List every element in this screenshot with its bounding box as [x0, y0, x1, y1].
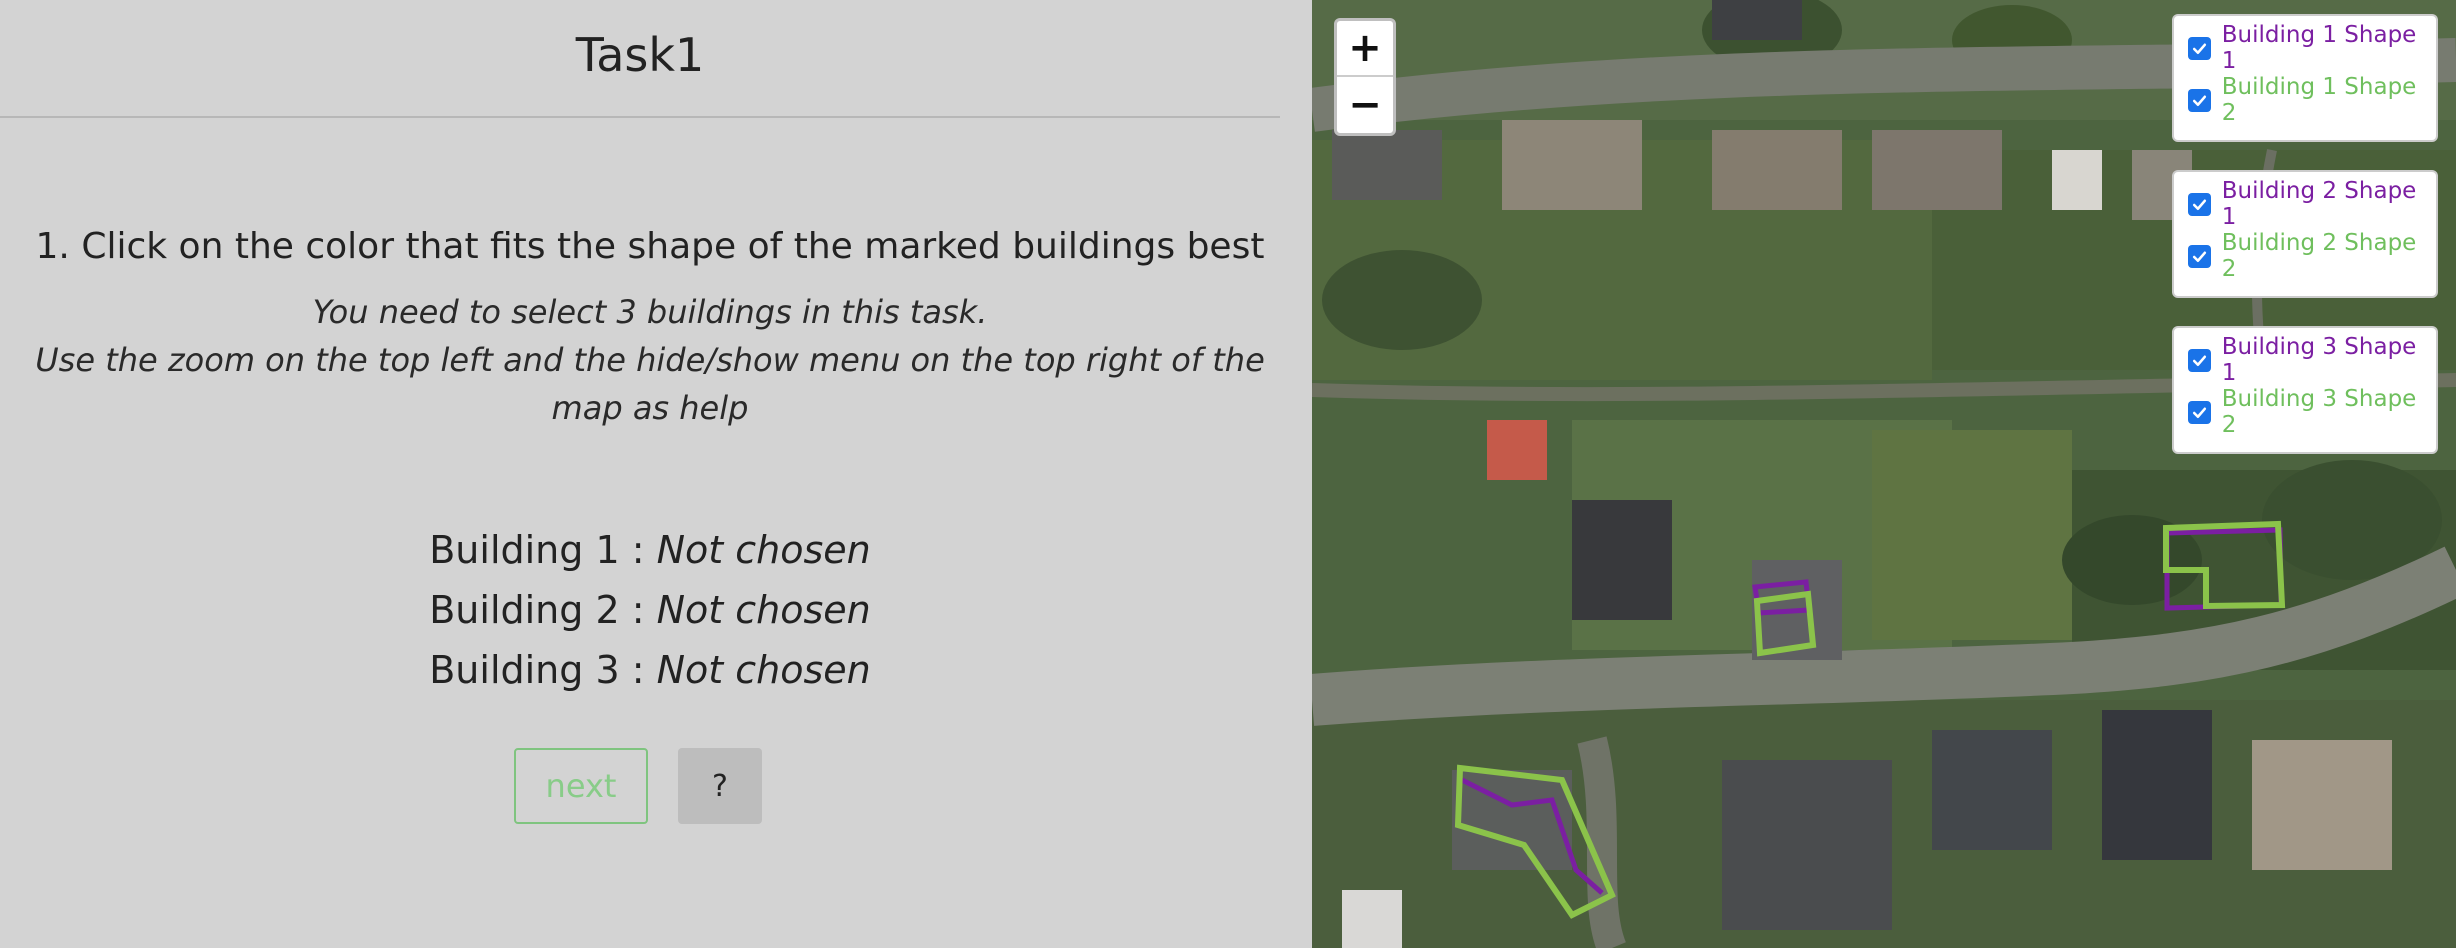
- map-view[interactable]: + − Building 1 Shape 1 Building 1 Shape …: [1312, 0, 2456, 948]
- building-3-value: Not chosen: [656, 648, 871, 692]
- layer-label: Building 2 Shape 1: [2221, 178, 2417, 230]
- layer-label: Building 1 Shape 1: [2221, 22, 2417, 74]
- zoom-control: + −: [1334, 18, 1396, 136]
- next-button[interactable]: next: [514, 748, 648, 824]
- checkmark-icon[interactable]: [2188, 192, 2211, 216]
- layer-toggle-building-3-shape-2[interactable]: Building 3 Shape 2: [2188, 386, 2436, 438]
- building-2-value: Not chosen: [656, 588, 871, 632]
- checkmark-icon[interactable]: [2188, 348, 2211, 372]
- layer-label: Building 3 Shape 2: [2221, 386, 2417, 438]
- layer-label: Building 1 Shape 2: [2221, 74, 2417, 126]
- building-1-value: Not chosen: [656, 528, 871, 572]
- minus-icon: −: [1348, 82, 1382, 128]
- title-divider: [0, 116, 1280, 118]
- layer-label: Building 2 Shape 2: [2221, 230, 2417, 282]
- layer-group-building-2: Building 2 Shape 1 Building 2 Shape 2: [2172, 170, 2438, 298]
- zoom-out-button[interactable]: −: [1337, 77, 1393, 133]
- satellite-map[interactable]: [1312, 0, 2456, 948]
- layer-toggle-building-3-shape-1[interactable]: Building 3 Shape 1: [2188, 334, 2436, 386]
- checkmark-icon[interactable]: [2188, 88, 2211, 112]
- instruction-help-note: Use the zoom on the top left and the hid…: [35, 341, 1265, 427]
- building-1-status: Building 1 : Not chosen: [0, 528, 1300, 572]
- help-button[interactable]: ?: [678, 748, 762, 824]
- building-2-status: Building 2 : Not chosen: [0, 588, 1300, 632]
- building-3-label: Building 3 :: [429, 648, 645, 692]
- zoom-in-button[interactable]: +: [1337, 21, 1393, 77]
- layer-toggle-building-2-shape-2[interactable]: Building 2 Shape 2: [2188, 230, 2436, 282]
- instruction-note: You need to select 3 buildings in this t…: [312, 293, 988, 331]
- layer-toggle-building-1-shape-1[interactable]: Building 1 Shape 1: [2188, 22, 2436, 74]
- instruction-heading: 1. Click on the color that fits the shap…: [35, 226, 1265, 267]
- building-2-label: Building 2 :: [429, 588, 645, 632]
- task-title: Task1: [575, 28, 705, 82]
- task-panel: Task1 1. Click on the color that fits th…: [0, 0, 1298, 948]
- layer-toggle-building-2-shape-1[interactable]: Building 2 Shape 1: [2188, 178, 2436, 230]
- layer-group-building-3: Building 3 Shape 1 Building 3 Shape 2: [2172, 326, 2438, 454]
- layer-label: Building 3 Shape 1: [2221, 334, 2417, 386]
- checkmark-icon[interactable]: [2188, 244, 2211, 268]
- checkmark-icon[interactable]: [2188, 400, 2211, 424]
- building-3-status: Building 3 : Not chosen: [0, 648, 1300, 692]
- building-1-label: Building 1 :: [429, 528, 645, 572]
- checkmark-icon[interactable]: [2188, 36, 2211, 60]
- layer-group-building-1: Building 1 Shape 1 Building 1 Shape 2: [2172, 14, 2438, 142]
- plus-icon: +: [1348, 25, 1382, 71]
- layer-toggle-building-1-shape-2[interactable]: Building 1 Shape 2: [2188, 74, 2436, 126]
